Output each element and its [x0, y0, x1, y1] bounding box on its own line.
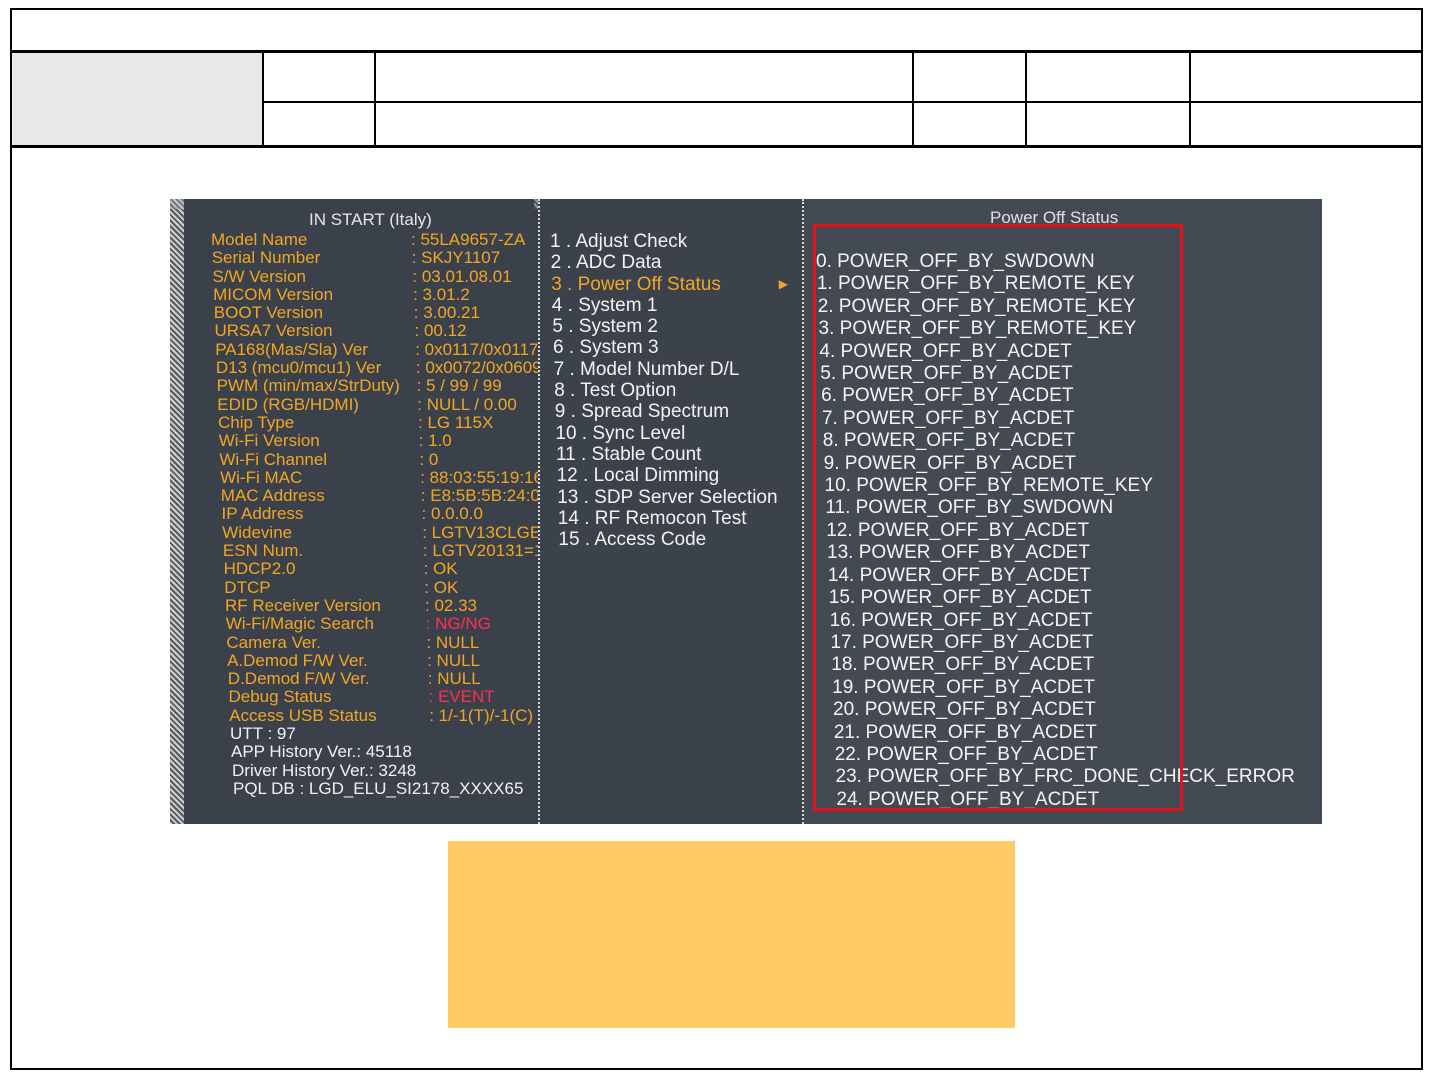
header-mid-rule — [262, 101, 1423, 103]
info-value: : NULL / 0.00 — [417, 394, 517, 414]
service-menu-item[interactable]: 5 . System 2 — [550, 316, 778, 337]
header-top-rule — [10, 50, 1423, 53]
info-label: IP Address — [221, 504, 304, 524]
info-value: : 55LA9657-ZA — [411, 230, 526, 249]
info-label: MICOM Version — [213, 284, 334, 304]
info-label: D.Demod F/W Ver. — [227, 669, 370, 689]
info-value: : 00.12 — [414, 321, 467, 341]
info-label: EDID (RGB/HDMI) — [217, 394, 359, 414]
service-menu-item[interactable]: 11 . Stable Count — [550, 444, 778, 465]
header-col-divider — [374, 52, 376, 146]
info-value: : 3.01.2 — [413, 284, 470, 304]
service-menu-item[interactable]: 12 . Local Dimming — [550, 465, 778, 486]
info-label: Model Name — [211, 230, 308, 249]
service-menu-item[interactable]: 1 . Adjust Check — [550, 231, 778, 252]
info-panel: IN START (Italy) Model Name : 55LA9657-ZA… — [184, 199, 637, 824]
info-value: : 03.01.08.01 — [412, 266, 512, 286]
info-value: : 0x0117/0x0117 — [415, 339, 539, 359]
service-menu-item[interactable]: 8 . Test Option — [550, 380, 778, 401]
info-value: : 0 — [419, 449, 439, 469]
info-label: Camera Ver. — [226, 632, 321, 652]
service-menu-item[interactable]: 7 . Model Number D/L — [550, 359, 778, 380]
header-col-divider — [1189, 52, 1191, 146]
info-label: PA168(Mas/Sla) Ver — [215, 339, 368, 359]
info-value: : 1.0 — [418, 431, 452, 451]
info-label: DTCP — [224, 577, 271, 597]
header-col-divider — [1025, 52, 1027, 146]
service-menu-panel: 1 . Adjust Check 2 . ADC Data 3 . Power Of… — [538, 199, 804, 824]
info-label: Wi-Fi/Magic Search — [225, 614, 374, 634]
info-label: Access USB Status — [229, 705, 377, 725]
info-value: : NULL — [426, 632, 480, 652]
info-value: : 5 / 99 / 99 — [416, 376, 502, 396]
header-label-cell — [12, 53, 262, 145]
info-value: : OK — [423, 559, 458, 579]
screen-noise-left — [170, 199, 184, 824]
service-menu-item[interactable]: 2 . ADC Data — [550, 252, 778, 273]
highlight-box — [813, 224, 1183, 811]
note-callout-box — [448, 841, 1015, 1028]
info-label: MAC Address — [220, 486, 325, 506]
info-label: Wi-Fi Channel — [219, 449, 328, 469]
info-label: S/W Version — [212, 266, 306, 286]
header-col-divider — [262, 52, 264, 146]
service-menu-item[interactable]: 10 . Sync Level — [550, 423, 778, 444]
info-value: : OK — [424, 577, 459, 597]
info-value: : 0.0.0.0 — [421, 504, 483, 524]
info-value: : NULL — [427, 650, 481, 670]
service-menu-item[interactable]: 3 . Power Off Status — [550, 274, 778, 295]
info-label: ESN Num. — [222, 541, 304, 561]
info-value: : 0x0072/0x0609 — [415, 358, 542, 378]
info-label: Wi-Fi Version — [218, 431, 320, 451]
header-col-divider — [912, 52, 914, 146]
service-menu-item[interactable]: 15 . Access Code — [550, 529, 778, 550]
info-value: : 3.00.21 — [413, 303, 480, 323]
info-value: : SKJY1107 — [411, 248, 501, 268]
info-label: HDCP2.0 — [223, 559, 296, 579]
service-menu-item[interactable]: 9 . Spread Spectrum — [550, 401, 778, 422]
service-menu-item[interactable]: 4 . System 1 — [550, 295, 778, 316]
info-label: D13 (mcu0/mcu1) Ver — [215, 358, 382, 378]
service-menu-list: 1 . Adjust Check 2 . ADC Data 3 . Power Of… — [550, 231, 778, 550]
info-label: Debug Status — [228, 687, 332, 707]
service-menu-item[interactable]: 14 . RF Remocon Test — [550, 508, 778, 529]
info-panel-title: IN START (Italy) — [309, 210, 432, 229]
info-value: : LG 115X — [418, 412, 494, 432]
info-label: Serial Number — [211, 248, 321, 268]
info-label: Chip Type — [218, 412, 295, 432]
info-label: A.Demod F/W Ver. — [227, 650, 368, 670]
info-label: Wi-Fi MAC — [220, 467, 303, 487]
info-label: BOOT Version — [213, 303, 324, 323]
submenu-arrow-icon: ▶ — [778, 277, 788, 291]
service-menu-item[interactable]: 6 . System 3 — [550, 337, 778, 358]
info-value: : NG/NG — [425, 614, 491, 634]
info-label: Widevine — [222, 522, 293, 542]
header-bottom-rule — [10, 145, 1423, 148]
info-value: : EVENT — [428, 687, 495, 707]
info-value: : 1/-1(T)/-1(C) — [429, 705, 534, 725]
info-value: : 02.33 — [425, 595, 477, 615]
info-label: RF Receiver Version — [225, 595, 381, 615]
info-label: URSA7 Version — [214, 321, 333, 341]
info-value: : NULL — [427, 669, 481, 689]
service-menu-item[interactable]: 13 . SDP Server Selection — [550, 487, 777, 508]
info-label: PWM (min/max/StrDuty) — [216, 376, 400, 396]
